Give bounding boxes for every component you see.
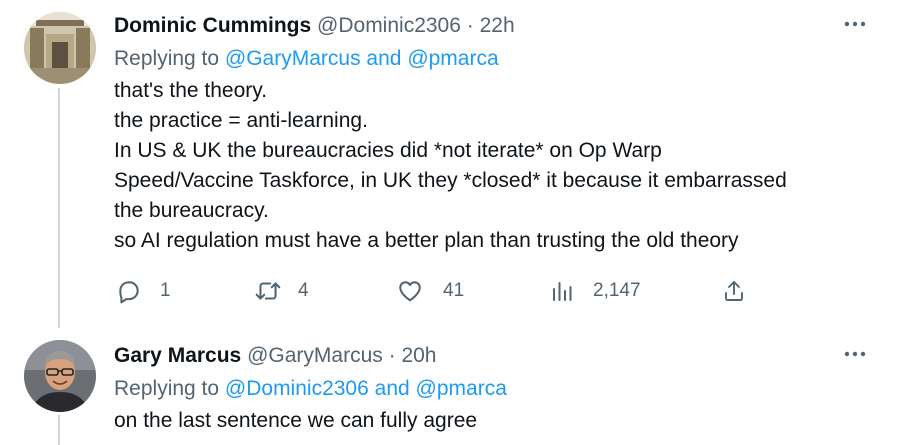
- tweet-header: Dominic Cummings @Dominic2306 · 22h: [114, 13, 858, 39]
- reply-icon: [119, 281, 139, 304]
- tweet-text-line: In US & UK the bureaucracies did *not it…: [114, 139, 662, 162]
- share-icon: [725, 281, 743, 301]
- avatar[interactable]: [24, 340, 96, 412]
- reply-mention-pmarca[interactable]: @pmarca: [407, 47, 498, 70]
- replying-to: Replying to @Dominic2306 and @pmarca: [114, 375, 858, 403]
- like-icon: [399, 281, 421, 302]
- tweet-text-line: the practice = anti-learning.: [114, 109, 368, 132]
- share-button[interactable]: [722, 276, 746, 306]
- avatar[interactable]: [24, 12, 96, 84]
- tweet-text: on the last sentence we can fully agree: [114, 406, 858, 436]
- author-name[interactable]: Dominic Cummings: [114, 14, 311, 37]
- retweet-icon: [255, 282, 281, 300]
- reply-button[interactable]: 1: [116, 276, 171, 306]
- tweet-header: Gary Marcus @GaryMarcus · 20h: [114, 343, 858, 369]
- replying-prefix: Replying to: [114, 47, 220, 70]
- more-options-button[interactable]: [840, 12, 870, 36]
- reply-mention-pmarca[interactable]: @pmarca: [416, 377, 507, 400]
- retweet-button[interactable]: 4: [254, 276, 309, 306]
- more-options-button[interactable]: [840, 342, 870, 366]
- reply-and[interactable]: and: [366, 47, 401, 70]
- separator: ·: [466, 14, 474, 37]
- tweet-text-line: so AI regulation must have a better plan…: [114, 229, 739, 252]
- author-name[interactable]: Gary Marcus: [114, 344, 241, 367]
- action-bar: 1 4 41 2,147: [114, 276, 764, 306]
- tweet-text-line: that's the theory.: [114, 79, 268, 102]
- tweet-text-line: the bureaucracy.: [114, 199, 269, 222]
- tweet-dominic-cummings[interactable]: Dominic Cummings @Dominic2306 · 22h Repl…: [0, 0, 898, 330]
- author-handle[interactable]: @GaryMarcus: [247, 344, 383, 367]
- views-button[interactable]: 2,147: [551, 276, 641, 306]
- views-count: 2,147: [593, 280, 641, 301]
- tweet-text: that's the theory. the practice = anti-l…: [114, 76, 858, 256]
- more-icon: [844, 351, 866, 357]
- timestamp[interactable]: 20h: [401, 344, 436, 367]
- replying-prefix: Replying to: [114, 377, 220, 400]
- timestamp[interactable]: 22h: [480, 14, 515, 37]
- tweet-text-line: on the last sentence we can fully agree: [114, 409, 478, 432]
- reply-and[interactable]: and: [375, 377, 410, 400]
- views-icon: [553, 282, 572, 301]
- like-button[interactable]: 41: [397, 276, 464, 306]
- reply-mention-garymarcus[interactable]: @GaryMarcus: [225, 47, 361, 70]
- tweet-text-line: Speed/Vaccine Taskforce, in UK they *clo…: [114, 169, 787, 192]
- reply-mention-dominic2306[interactable]: @Dominic2306: [225, 377, 369, 400]
- separator: ·: [388, 344, 396, 367]
- more-icon: [844, 21, 866, 27]
- replying-to: Replying to @GaryMarcus and @pmarca: [114, 45, 858, 73]
- reply-count: 1: [160, 280, 171, 301]
- like-count: 41: [443, 280, 465, 301]
- author-handle[interactable]: @Dominic2306: [317, 14, 461, 37]
- tweet-gary-marcus[interactable]: Gary Marcus @GaryMarcus · 20h Replying t…: [0, 330, 898, 445]
- retweet-count: 4: [298, 280, 309, 301]
